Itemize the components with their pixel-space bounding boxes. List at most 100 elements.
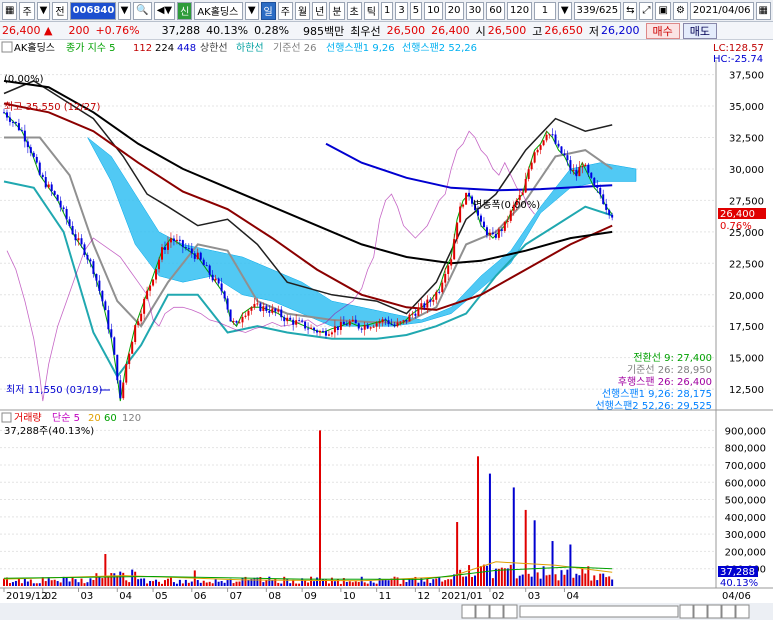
scroll-next-icon[interactable] bbox=[489, 604, 504, 619]
screen-icon[interactable]: ▦ bbox=[2, 1, 18, 20]
candle-body bbox=[584, 164, 587, 167]
period-year[interactable]: 년 bbox=[312, 1, 328, 20]
candle-body bbox=[265, 306, 268, 311]
scroll-thumb[interactable] bbox=[519, 605, 679, 618]
volume-bar bbox=[402, 579, 405, 586]
date-field[interactable]: 2021/04/06 bbox=[689, 1, 754, 20]
candle-body bbox=[92, 261, 95, 274]
sound-icon[interactable]: ◀▼ bbox=[153, 1, 176, 20]
unit-dropdown-icon[interactable]: ▼ bbox=[557, 1, 572, 20]
legend-span1: 선행스팬1 9,26 bbox=[326, 42, 395, 54]
minute-5[interactable]: 5 bbox=[409, 1, 423, 20]
scroll-last-icon[interactable] bbox=[503, 604, 518, 619]
volume-bar bbox=[155, 579, 158, 586]
volume-legend-icon[interactable] bbox=[1, 412, 12, 423]
code-dropdown-icon[interactable]: ▼ bbox=[117, 1, 132, 20]
menu-dropdown-icon[interactable]: ▼ bbox=[36, 1, 51, 20]
volume-bar bbox=[399, 583, 402, 586]
buy-button[interactable]: 매수 bbox=[645, 22, 680, 39]
x-tick-label: 12 bbox=[417, 591, 430, 602]
calendar-icon[interactable]: ▦ bbox=[755, 1, 771, 20]
volume-bar bbox=[548, 574, 551, 586]
scroll-first-icon[interactable] bbox=[461, 604, 476, 619]
zoom-reset-icon[interactable] bbox=[679, 604, 694, 619]
volume-bar bbox=[26, 581, 29, 586]
minute-30[interactable]: 30 bbox=[465, 1, 485, 20]
period-month[interactable]: 월 bbox=[294, 1, 311, 20]
minute-20[interactable]: 20 bbox=[444, 1, 464, 20]
volume-bar bbox=[166, 578, 169, 586]
scroll-prev-icon[interactable] bbox=[475, 604, 490, 619]
candle-body bbox=[485, 227, 488, 236]
volume-bar bbox=[241, 577, 244, 586]
candle-body bbox=[348, 321, 351, 326]
minute-120[interactable]: 120 bbox=[507, 1, 533, 20]
minute-10[interactable]: 10 bbox=[424, 1, 443, 20]
sell-button[interactable]: 매도 bbox=[682, 22, 718, 39]
candle-body bbox=[169, 238, 172, 243]
stock-chart[interactable]: 37,50035,00032,50030,00027,50025,00022,5… bbox=[0, 40, 773, 620]
volume-bar bbox=[518, 575, 521, 586]
candle-body bbox=[137, 321, 140, 326]
volume-bar bbox=[381, 579, 384, 586]
candle-body bbox=[271, 308, 274, 313]
volume-bar bbox=[485, 565, 488, 586]
search-icon[interactable]: 🔍 bbox=[133, 1, 152, 20]
minute-1[interactable]: 1 bbox=[380, 1, 394, 20]
lc-value: LC:128.57 bbox=[713, 43, 764, 54]
zoom-fit-icon[interactable] bbox=[721, 604, 736, 619]
candle-body bbox=[29, 147, 32, 153]
period-second[interactable]: 초 bbox=[346, 1, 362, 20]
candle-body bbox=[41, 174, 44, 178]
stock-code-input[interactable]: 006840 bbox=[69, 1, 116, 20]
minute-60[interactable]: 60 bbox=[486, 1, 505, 20]
candle-body bbox=[477, 210, 479, 216]
volume-bar bbox=[152, 581, 155, 586]
candle-body bbox=[414, 313, 417, 316]
change-value: 200 bbox=[68, 24, 90, 37]
chart-tool-icon[interactable]: ⇆ bbox=[623, 1, 638, 20]
stock-name-dropdown-icon[interactable]: ▼ bbox=[244, 1, 259, 20]
unit-input[interactable]: 1 bbox=[534, 1, 556, 20]
volume-bar bbox=[134, 571, 137, 586]
volume-bar bbox=[280, 583, 283, 586]
low-price: 26,200 bbox=[601, 24, 640, 37]
stock-name-field[interactable]: AK홀딩스 bbox=[194, 1, 243, 20]
price-tick-label: 15,000 bbox=[729, 354, 764, 365]
gear-icon[interactable]: ⚙ bbox=[672, 1, 688, 20]
best-ask-label: 최우선 bbox=[350, 24, 381, 38]
volume-bar bbox=[161, 583, 163, 586]
candle-body bbox=[50, 184, 53, 192]
period-tick[interactable]: 틱 bbox=[363, 1, 379, 20]
scroll-bar[interactable] bbox=[0, 603, 773, 620]
x-tick-label: 09 bbox=[304, 591, 317, 602]
candle-body bbox=[155, 269, 158, 280]
save-icon[interactable]: ▣ bbox=[655, 1, 671, 20]
candle-body bbox=[563, 153, 566, 156]
hc-value: HC:-25.74 bbox=[713, 54, 763, 65]
volume-bar bbox=[563, 574, 566, 586]
high-price: 26,650 bbox=[544, 24, 583, 37]
candle-body bbox=[35, 156, 38, 163]
high-label: 고 bbox=[532, 24, 543, 38]
volume-bar bbox=[441, 581, 444, 586]
candle-body bbox=[104, 301, 107, 311]
zoom-out-icon[interactable] bbox=[693, 604, 708, 619]
period-day[interactable]: 일 bbox=[260, 1, 276, 20]
minute-3[interactable]: 3 bbox=[395, 1, 408, 20]
period-minute[interactable]: 분 bbox=[329, 1, 345, 20]
volume-bar bbox=[238, 581, 241, 586]
x-tick-label: 05 bbox=[155, 591, 168, 602]
candle-body bbox=[217, 278, 220, 284]
candle-body bbox=[345, 324, 348, 326]
period-menu[interactable]: 주 bbox=[19, 1, 35, 20]
volume-bar bbox=[283, 576, 286, 586]
period-week[interactable]: 주 bbox=[277, 1, 293, 20]
zoom-icon[interactable]: ⤢ bbox=[639, 1, 654, 20]
scroll-end-icon[interactable] bbox=[735, 604, 750, 619]
candle-body bbox=[581, 166, 584, 168]
all-button[interactable]: 전 bbox=[52, 1, 68, 20]
zoom-in-icon[interactable] bbox=[707, 604, 722, 619]
legend-collapse-icon[interactable] bbox=[1, 41, 13, 53]
count-field[interactable]: 339/625 bbox=[573, 1, 622, 20]
